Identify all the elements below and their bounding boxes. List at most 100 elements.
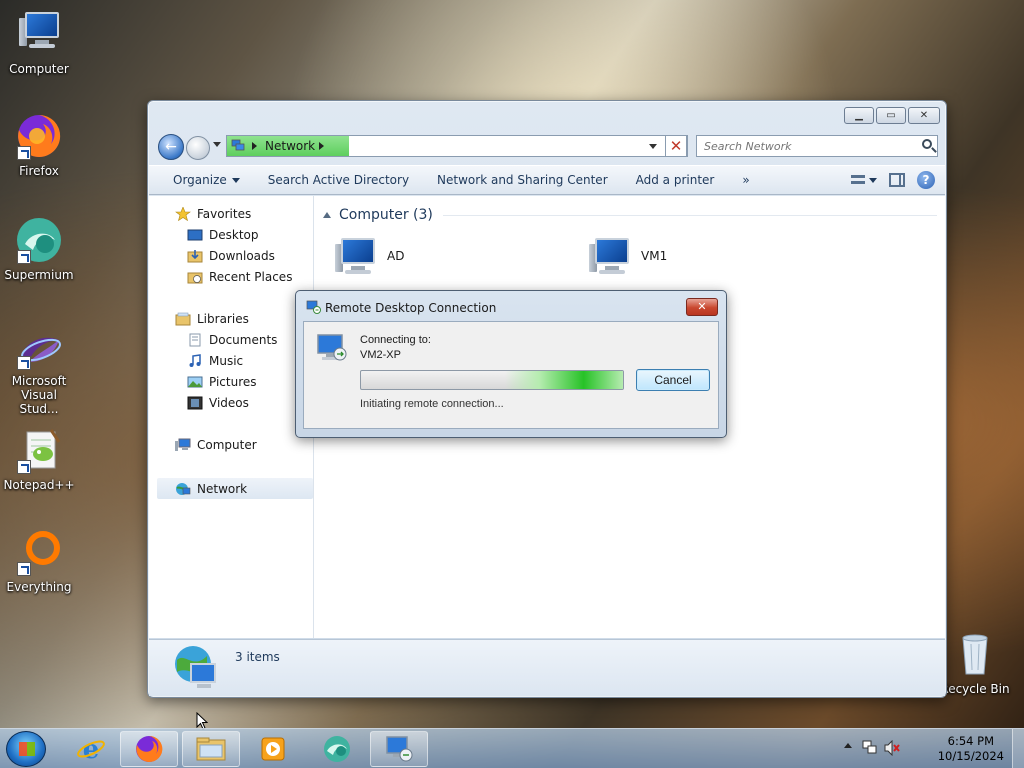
progress-fill bbox=[361, 371, 623, 389]
computer-item-vm1[interactable]: VM1 bbox=[589, 236, 667, 276]
nav-recent-places[interactable]: Recent Places bbox=[187, 270, 292, 284]
nav-label: Computer bbox=[197, 438, 257, 452]
clock-date: 10/15/2024 bbox=[937, 749, 1004, 763]
address-bar[interactable]: Network bbox=[226, 135, 688, 157]
clock-time: 6:54 PM bbox=[947, 734, 995, 748]
recent-pages-dropdown[interactable] bbox=[213, 142, 221, 147]
recycle-bin-icon bbox=[951, 630, 999, 678]
taskbar-media-player[interactable] bbox=[244, 731, 302, 767]
desktop-icon-everything[interactable]: Everything bbox=[0, 528, 78, 594]
taskbar: e 6:54 PM 10/15/2024 bbox=[0, 728, 1024, 768]
dialog-body: Connecting to: VM2-XP Cancel Initiating … bbox=[303, 321, 719, 429]
remote-desktop-icon bbox=[316, 332, 348, 364]
taskbar-firefox[interactable] bbox=[120, 731, 178, 767]
rdc-dialog: Remote Desktop Connection ✕ Connecting t… bbox=[295, 290, 727, 438]
forward-button[interactable] bbox=[186, 136, 210, 160]
maximize-button[interactable]: ▭ bbox=[876, 107, 906, 124]
search-input[interactable] bbox=[697, 136, 907, 156]
desktop-icon-firefox[interactable]: Firefox bbox=[0, 112, 78, 178]
add-printer-button[interactable]: Add a printer bbox=[622, 173, 729, 187]
taskbar-remote-desktop[interactable] bbox=[370, 731, 428, 767]
everything-icon bbox=[15, 528, 63, 576]
start-button[interactable] bbox=[6, 731, 46, 767]
desktop-icon-label: Everything bbox=[6, 580, 72, 594]
nav-downloads[interactable]: Downloads bbox=[187, 249, 275, 263]
taskbar-supermium[interactable] bbox=[308, 731, 366, 767]
nav-label: Desktop bbox=[209, 228, 259, 242]
search-icon[interactable] bbox=[922, 139, 932, 149]
show-desktop-button[interactable] bbox=[1012, 729, 1024, 768]
firefox-icon bbox=[15, 112, 63, 160]
nav-label: Pictures bbox=[209, 375, 257, 389]
remote-desktop-icon bbox=[386, 736, 413, 762]
notepadpp-icon bbox=[15, 426, 63, 474]
search-active-directory-button[interactable]: Search Active Directory bbox=[254, 173, 423, 187]
volume-muted-icon[interactable] bbox=[884, 739, 900, 759]
taskbar-file-explorer[interactable] bbox=[182, 731, 240, 767]
taskbar-internet-explorer[interactable]: e bbox=[62, 731, 120, 767]
address-dropdown-icon[interactable] bbox=[649, 144, 657, 149]
nav-libraries[interactable]: Libraries bbox=[175, 312, 249, 326]
desktop-icon-notepadpp[interactable]: Notepad++ bbox=[0, 426, 78, 492]
computer-icon bbox=[589, 236, 633, 276]
collapse-icon[interactable] bbox=[323, 212, 331, 218]
documents-icon bbox=[187, 333, 203, 347]
breadcrumb-arrow-icon[interactable] bbox=[252, 142, 257, 150]
organize-button[interactable]: Organize bbox=[149, 173, 254, 187]
supermium-icon bbox=[324, 736, 350, 762]
connection-target: VM2-XP bbox=[360, 349, 401, 361]
nav-music[interactable]: Music bbox=[187, 354, 243, 368]
nav-pictures[interactable]: Pictures bbox=[187, 375, 257, 389]
visual-studio-icon bbox=[15, 330, 63, 370]
stop-button[interactable]: ✕ bbox=[665, 135, 687, 157]
desktop-icon-visual-studio[interactable]: Microsoft Visual Stud... bbox=[0, 330, 78, 416]
breadcrumb-arrow-icon[interactable] bbox=[319, 142, 324, 150]
desktop-icon-supermium[interactable]: Supermium bbox=[0, 216, 78, 282]
nav-label: Favorites bbox=[197, 207, 252, 221]
breadcrumb-network[interactable]: Network bbox=[265, 139, 315, 153]
desktop-icon-recycle-bin[interactable]: Recycle Bin bbox=[936, 630, 1014, 696]
desktop-icon-label: Supermium bbox=[4, 268, 74, 282]
nav-network[interactable]: Network bbox=[157, 478, 313, 499]
desktop-icon-computer[interactable]: Computer bbox=[0, 10, 78, 76]
help-icon[interactable]: ? bbox=[917, 171, 935, 189]
network-sharing-center-button[interactable]: Network and Sharing Center bbox=[423, 173, 622, 187]
search-box[interactable] bbox=[696, 135, 938, 157]
computer-icon bbox=[335, 236, 379, 276]
nav-label: Music bbox=[209, 354, 244, 368]
group-header-computer[interactable]: Computer (3) bbox=[323, 205, 937, 225]
more-commands-button[interactable]: » bbox=[728, 173, 763, 187]
preview-pane-icon[interactable] bbox=[889, 173, 905, 187]
toolbar-right-group: ? bbox=[850, 171, 935, 189]
clock[interactable]: 6:54 PM 10/15/2024 bbox=[938, 734, 1004, 764]
nav-documents[interactable]: Documents bbox=[187, 333, 277, 347]
navigation-bar: ← Network ✕ bbox=[156, 133, 938, 161]
network-icon bbox=[175, 482, 191, 496]
computer-icon bbox=[15, 10, 63, 58]
group-title: Computer (3) bbox=[339, 207, 433, 223]
back-button[interactable]: ← bbox=[158, 134, 184, 160]
nav-videos[interactable]: Videos bbox=[187, 396, 249, 410]
media-player-icon bbox=[261, 737, 285, 761]
nav-label: Libraries bbox=[197, 312, 249, 326]
nav-label: Videos bbox=[209, 396, 249, 410]
nav-label: Network bbox=[197, 481, 248, 496]
close-button[interactable]: ✕ bbox=[908, 107, 940, 124]
nav-computer[interactable]: Computer bbox=[175, 438, 257, 452]
network-status-icon[interactable] bbox=[862, 740, 878, 759]
nav-favorites[interactable]: Favorites bbox=[175, 206, 252, 222]
videos-icon bbox=[187, 396, 203, 410]
change-view-icon[interactable] bbox=[850, 172, 866, 188]
shortcut-overlay-icon bbox=[17, 146, 31, 160]
nav-label: Downloads bbox=[209, 249, 275, 263]
cancel-button[interactable]: Cancel bbox=[636, 369, 710, 391]
computer-item-ad[interactable]: AD bbox=[335, 236, 404, 276]
item-label: VM1 bbox=[641, 249, 668, 263]
svg-text:e: e bbox=[83, 735, 100, 764]
connection-status: Initiating remote connection... bbox=[360, 398, 504, 410]
minimize-button[interactable]: ▁ bbox=[844, 107, 874, 124]
show-hidden-icons-icon[interactable] bbox=[844, 743, 852, 748]
nav-desktop[interactable]: Desktop bbox=[187, 228, 259, 242]
remote-desktop-icon bbox=[306, 300, 321, 314]
dialog-close-button[interactable]: ✕ bbox=[686, 298, 718, 316]
